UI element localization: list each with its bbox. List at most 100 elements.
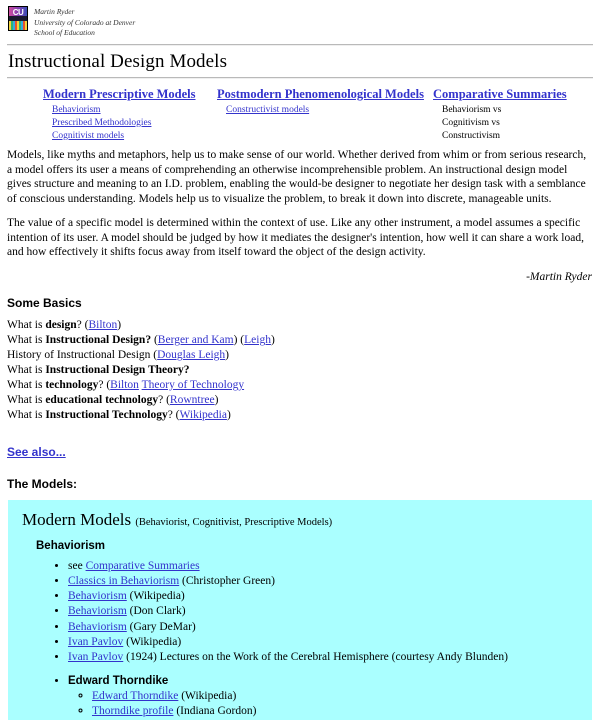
list-item-edward-thorndike: Edward ThorndikeEdward Thorndike (Wikipe… — [68, 674, 592, 720]
nav-column-postmodern-phenomenological: Postmodern Phenomenological Models Const… — [217, 87, 433, 142]
list-item: Classics in Behaviorism (Christopher Gre… — [68, 574, 592, 589]
basics-link[interactable]: Berger and Kam — [158, 334, 234, 346]
basics-line: What is design? (Bilton) — [7, 318, 593, 333]
nav-sublist-1: Behaviorism Prescribed Methodologies Cog… — [43, 104, 217, 142]
nav-text-constructivism: Constructivism — [442, 130, 501, 141]
basics-text: ? ( — [76, 319, 89, 332]
basics-term: Instructional Design Theory? — [45, 364, 190, 377]
list-item-link[interactable]: Behaviorism — [68, 621, 127, 633]
list-item-text: (Christopher Green) — [179, 574, 275, 587]
masthead-school: School of Education — [34, 28, 95, 38]
thorndike-sublist: Edward Thorndike (Wikipedia)Thorndike pr… — [68, 689, 592, 719]
nav-link-behaviorism[interactable]: Behaviorism — [52, 105, 101, 115]
basics-text: ? ( — [158, 393, 170, 406]
list-item: Behaviorism (Gary DeMar) — [68, 620, 592, 635]
cu-logo-icon: CU — [8, 6, 28, 31]
basics-text: ) — [214, 393, 219, 406]
basics-link[interactable]: Bilton — [88, 319, 117, 331]
divider-under-title — [7, 77, 593, 80]
modern-models-title: Modern Models (Behaviorist, Cognitivist,… — [22, 510, 592, 531]
nav-heading-comparative-summaries[interactable]: Comparative Summaries — [433, 87, 567, 102]
basics-text: ) — [225, 349, 229, 362]
nav-sublist-2: Constructivist models — [217, 104, 433, 117]
basics-link[interactable]: Bilton — [110, 379, 139, 391]
masthead-text: Martin Ryder University of Colorado at D… — [34, 6, 135, 39]
list-item-text: (Wikipedia) — [178, 690, 237, 703]
list-item: Behaviorism (Wikipedia) — [68, 589, 592, 604]
page-title: Instructional Design Models — [8, 50, 228, 72]
basics-text: What is — [7, 393, 46, 406]
list-item-text: (Indiana Gordon) — [173, 705, 257, 718]
see-also-link[interactable]: See also... — [7, 445, 66, 460]
list-item-link[interactable]: Comparative Summaries — [86, 560, 200, 572]
list-item-text: (Wikipedia) — [126, 590, 185, 603]
nav-link-cognitivist-models[interactable]: Cognitivist models — [52, 131, 124, 141]
basics-line: History of Instructional Design (Douglas… — [7, 348, 593, 363]
nav-columns: Modern Prescriptive Models Behaviorism P… — [7, 87, 593, 142]
basics-term: technology — [45, 379, 99, 391]
basics-text: ) — [270, 334, 275, 347]
nav-text-behaviorism-vs: Behaviorism vs — [442, 105, 502, 116]
list-item-link[interactable]: Behaviorism — [68, 590, 127, 602]
basics-line: What is Instructional Design Theory? — [7, 363, 593, 378]
masthead-author: Martin Ryder — [34, 7, 75, 16]
nav-text-cognitivism-vs: Cognitivism vs — [442, 117, 500, 128]
basics-text: What is — [7, 364, 46, 377]
basics-term: educational technology — [45, 393, 159, 406]
list-item-link[interactable]: Behaviorism — [68, 605, 127, 617]
modern-models-title-main: Modern Models — [22, 510, 132, 530]
sub-list-item: Thorndike profile (Indiana Gordon) — [92, 704, 592, 719]
nav-column-modern-prescriptive: Modern Prescriptive Models Behaviorism P… — [43, 87, 217, 142]
section-heading-some-basics: Some Basics — [7, 295, 82, 310]
basics-text: ? ( — [98, 379, 111, 391]
basics-text: ( — [151, 334, 158, 347]
basics-text: What is — [7, 379, 46, 391]
nav-sublist-3: Behaviorism vs Cognitivism vs Constructi… — [433, 104, 593, 142]
modern-models-panel: Modern Models (Behaviorist, Cognitivist,… — [8, 500, 592, 720]
basics-link[interactable]: Douglas Leigh — [157, 349, 225, 361]
list-item-text: (Don Clark) — [126, 605, 186, 618]
nav-column-comparative-summaries: Comparative Summaries Behaviorism vs Cog… — [433, 87, 593, 142]
list-item: Ivan Pavlov (Wikipedia) — [68, 635, 592, 650]
intro-paragraph-2: The value of a specific model is determi… — [7, 217, 584, 259]
sub-list-item: Edward Thorndike (Wikipedia) — [92, 689, 592, 704]
basics-line: What is Instructional Technology? (Wikip… — [7, 408, 593, 423]
basics-link[interactable]: Leigh — [244, 334, 271, 346]
list-item-label: Edward Thorndike — [68, 675, 169, 688]
list-item-link[interactable]: Classics in Behaviorism — [68, 575, 179, 587]
basics-term: Instructional Technology — [45, 408, 168, 421]
document-page: CU Martin Ryder University of Colorado a… — [0, 0, 600, 720]
nav-link-constructivist-models[interactable]: Constructivist models — [226, 105, 309, 115]
basics-term: design — [45, 319, 77, 332]
modern-models-title-sub: (Behaviorist, Cognitivist, Prescriptive … — [135, 517, 333, 529]
list-item-text: (Gary DeMar) — [126, 620, 196, 633]
list-item-link[interactable]: Ivan Pavlov — [68, 651, 123, 663]
basics-term: Instructional Design? — [45, 334, 152, 347]
list-item-link[interactable]: Ivan Pavlov — [68, 636, 123, 648]
nav-heading-modern-prescriptive-models[interactable]: Modern Prescriptive Models — [43, 87, 196, 102]
masthead-university: University of Colorado at Denver — [34, 17, 136, 27]
models-subsection-behaviorism: Behaviorism — [36, 539, 106, 552]
basics-link[interactable]: Theory of Technology — [142, 379, 244, 391]
basics-text: What is — [7, 334, 46, 347]
basics-link[interactable]: Rowntree — [170, 394, 215, 406]
basics-line: What is technology? (Bilton Theory of Te… — [7, 378, 593, 393]
basics-link[interactable]: Wikipedia — [180, 409, 227, 421]
divider-top — [7, 43, 593, 46]
basics-text: ) — [117, 319, 122, 332]
basics-text: ) ( — [233, 334, 245, 347]
author-signature: -Martin Ryder — [526, 270, 592, 283]
basics-text: ? ( — [167, 408, 180, 421]
intro-paragraph-1: Models, like myths and metaphors, help u… — [7, 149, 587, 205]
nav-link-prescribed-methodologies[interactable]: Prescribed Methodologies — [52, 118, 151, 128]
section-heading-the-models: The Models: — [7, 477, 78, 492]
basics-line: What is educational technology? (Rowntre… — [7, 393, 593, 408]
basics-line: What is Instructional Design? (Berger an… — [7, 333, 593, 348]
some-basics-list: What is design? (Bilton) What is Instruct… — [7, 318, 593, 423]
nav-heading-postmodern-phenomenological-models[interactable]: Postmodern Phenomenological Models — [217, 87, 424, 102]
list-item-link[interactable]: Thorndike profile — [92, 705, 173, 717]
list-item: see Comparative Summaries — [68, 559, 592, 574]
basics-text: What is — [7, 319, 46, 332]
list-item-link[interactable]: Edward Thorndike — [92, 690, 178, 702]
basics-text: ) — [226, 408, 231, 421]
